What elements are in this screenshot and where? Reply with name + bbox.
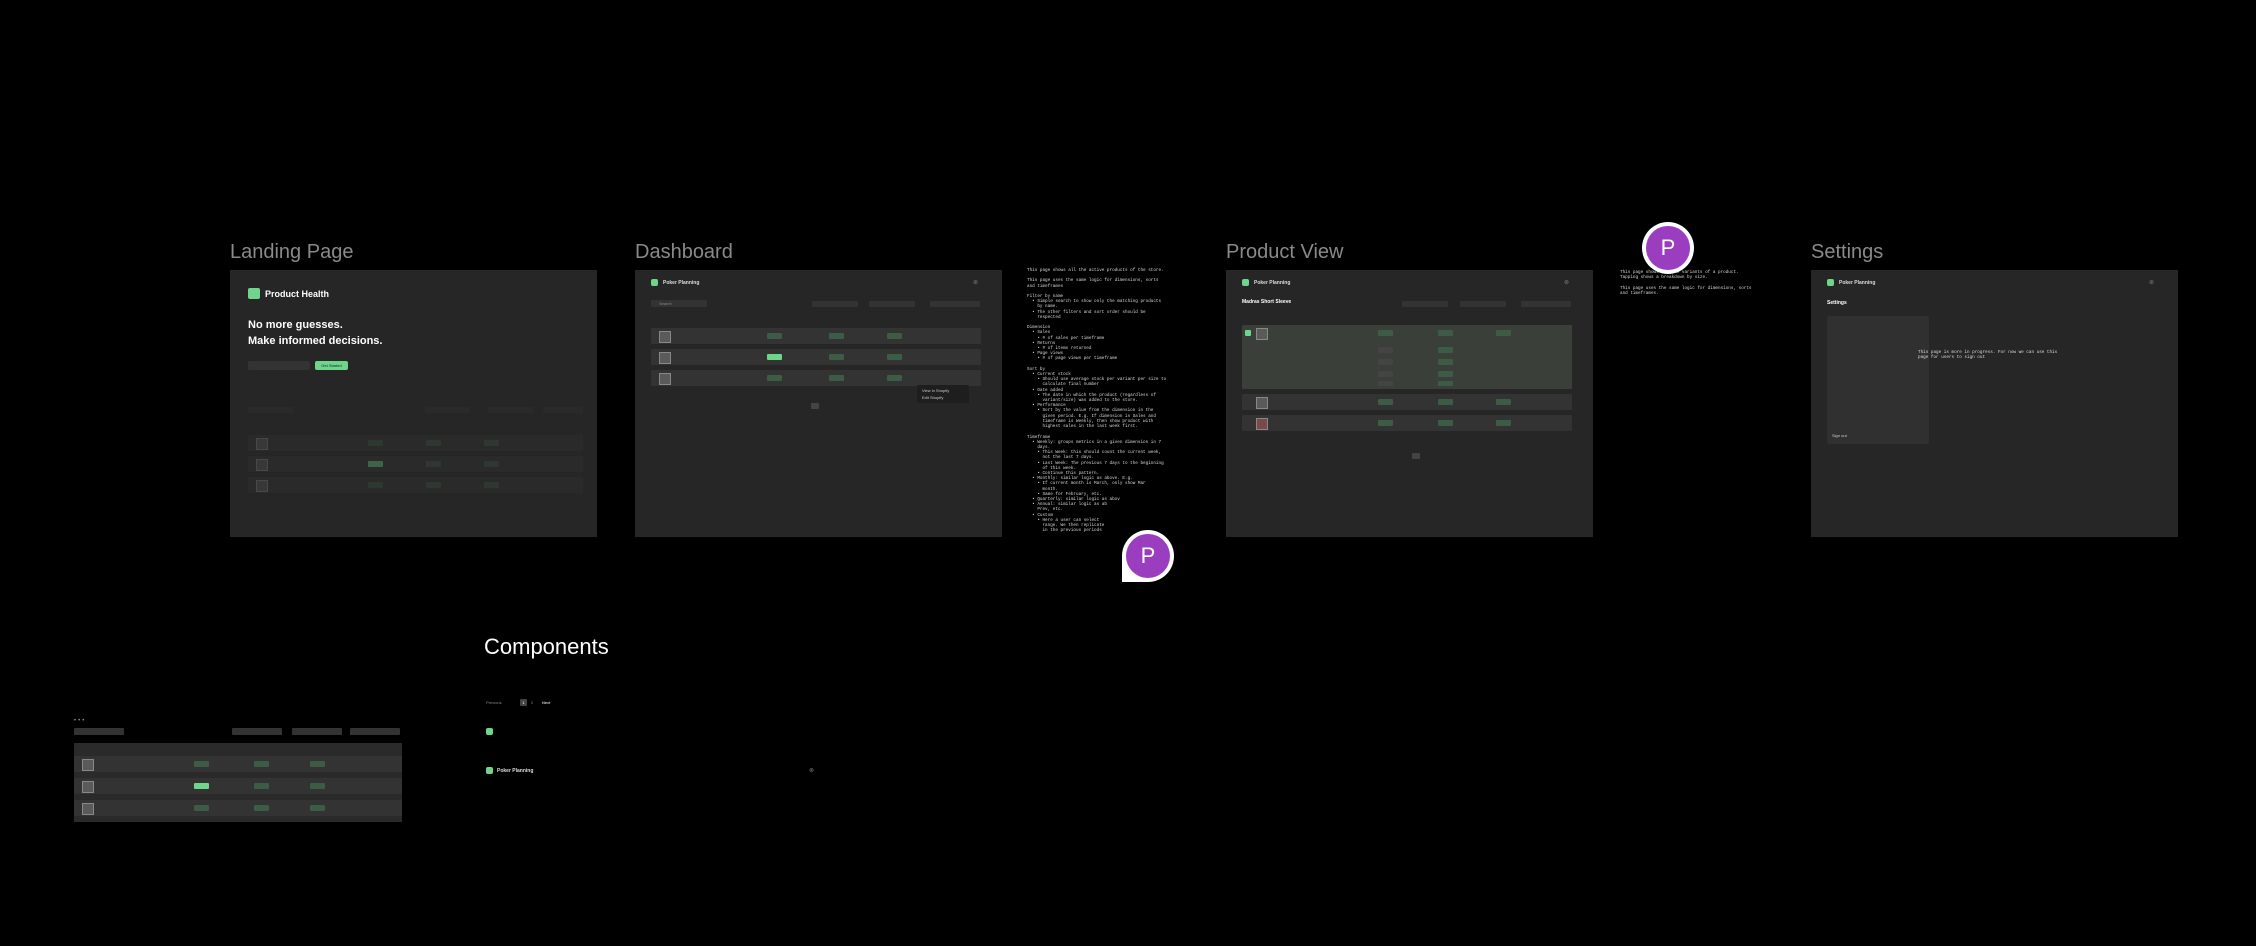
app-header: Poker Planning <box>651 279 699 286</box>
pagination-page-2[interactable]: 2 <box>531 700 533 705</box>
app-name: Poker Planning <box>1839 279 1876 286</box>
sort-dropdown[interactable] <box>1460 301 1506 307</box>
page-1-button[interactable] <box>811 403 819 409</box>
collaborator-cursor: P <box>1122 530 1174 582</box>
brand-logo-icon <box>248 288 260 299</box>
collaborator-avatar: P <box>1642 222 1694 274</box>
email-input[interactable] <box>248 361 310 370</box>
close-icon[interactable]: ⊗ <box>973 279 978 286</box>
get-started-button[interactable]: Get Started <box>315 361 348 370</box>
frame-label-settings[interactable]: Settings <box>1811 241 1883 264</box>
headline-line-1: No more guesses. <box>248 319 343 331</box>
menu-item-edit-shopify[interactable]: Edit Shopify <box>922 395 943 400</box>
ellipsis-icon: ••• <box>74 718 87 724</box>
sign-out-link[interactable]: Sign out <box>1832 433 1847 438</box>
table-row[interactable] <box>74 756 402 772</box>
frame-label-product-view[interactable]: Product View <box>1226 241 1343 264</box>
app-name: Poker Planning <box>663 279 700 286</box>
table-row[interactable] <box>651 349 981 365</box>
app-logo-icon <box>486 767 493 774</box>
landing-brand: Product Health <box>248 288 329 299</box>
pagination-component: Previous 1 2 Next <box>486 699 556 706</box>
close-icon[interactable]: ⊗ <box>809 767 814 774</box>
pagination-previous[interactable]: Previous <box>486 700 502 705</box>
table-row[interactable] <box>74 778 402 794</box>
component-app-header: Poker Planning ⊗ <box>486 766 814 776</box>
settings-heading: Settings <box>1827 300 1847 306</box>
menu-item-view-in-shopify[interactable]: View in Shopify <box>922 388 949 393</box>
table-row[interactable] <box>1242 394 1572 410</box>
product-view-frame[interactable]: Poker Planning ⊗ Madras Short Sleeve <box>1226 270 1593 537</box>
close-icon[interactable]: ⊗ <box>2149 279 2154 286</box>
settings-sidebar: Sign out <box>1827 316 1929 444</box>
expand-checkbox[interactable] <box>1245 330 1251 336</box>
close-icon[interactable]: ⊗ <box>1564 279 1569 286</box>
brand-name: Product Health <box>265 288 330 299</box>
app-logo-icon <box>1242 279 1249 286</box>
table-row[interactable] <box>74 800 402 816</box>
app-name: Poker Planning <box>497 767 534 774</box>
search-input[interactable] <box>74 728 124 735</box>
table-row[interactable] <box>651 370 981 386</box>
landing-preview-table <box>248 407 583 507</box>
search-input[interactable]: Search <box>651 300 707 307</box>
pagination-next[interactable]: Next <box>542 700 550 705</box>
table-row[interactable] <box>1242 415 1572 431</box>
product-title: Madras Short Sleeve <box>1242 299 1292 305</box>
landing-headline: No more guesses. Make informed decisions… <box>248 317 382 349</box>
app-header: Poker Planning <box>1827 279 1875 286</box>
app-logo-icon <box>1827 279 1834 286</box>
component-logo-icon <box>486 728 493 735</box>
row-context-menu: View in Shopify Edit Shopify <box>917 385 969 403</box>
page-1-button[interactable] <box>1412 453 1420 459</box>
pagination-page-1[interactable]: 1 <box>520 699 527 706</box>
component-table: ••• <box>74 718 402 822</box>
settings-frame[interactable]: Poker Planning ⊗ Settings Sign out This … <box>1811 270 2178 537</box>
app-logo-icon <box>651 279 658 286</box>
settings-wip-note: This page is more in progress. For now w… <box>1918 350 2058 361</box>
headline-line-2: Make informed decisions. <box>248 335 383 347</box>
pagination <box>785 403 855 409</box>
table-row[interactable] <box>651 328 981 344</box>
dashboard-notes: This page shows all the active products … <box>1027 268 1167 534</box>
collaborator-initial: P <box>1126 534 1170 578</box>
frame-label-landing[interactable]: Landing Page <box>230 241 353 264</box>
frame-label-dashboard[interactable]: Dashboard <box>635 241 733 264</box>
app-header: Poker Planning <box>1242 279 1290 286</box>
variant-table <box>1242 325 1572 455</box>
landing-frame[interactable]: Product Health No more guesses. Make inf… <box>230 270 597 537</box>
dimension-dropdown[interactable] <box>812 301 858 307</box>
table-row-expanded[interactable] <box>1242 325 1572 389</box>
dimension-dropdown[interactable] <box>232 728 282 735</box>
dimension-dropdown[interactable] <box>1402 301 1448 307</box>
frame-label-components[interactable]: Components <box>484 634 609 660</box>
app-name: Poker Planning <box>1254 279 1291 286</box>
product-view-notes: This page shows all the variants of a pr… <box>1620 270 1752 296</box>
timeframe-dropdown[interactable] <box>1521 301 1571 307</box>
dashboard-frame[interactable]: Poker Planning ⊗ Search View in Shopify … <box>635 270 1002 537</box>
timeframe-dropdown[interactable] <box>350 728 400 735</box>
sort-dropdown[interactable] <box>292 728 342 735</box>
timeframe-dropdown[interactable] <box>930 301 980 307</box>
collaborator-initial: P <box>1646 226 1690 270</box>
sort-dropdown[interactable] <box>869 301 915 307</box>
